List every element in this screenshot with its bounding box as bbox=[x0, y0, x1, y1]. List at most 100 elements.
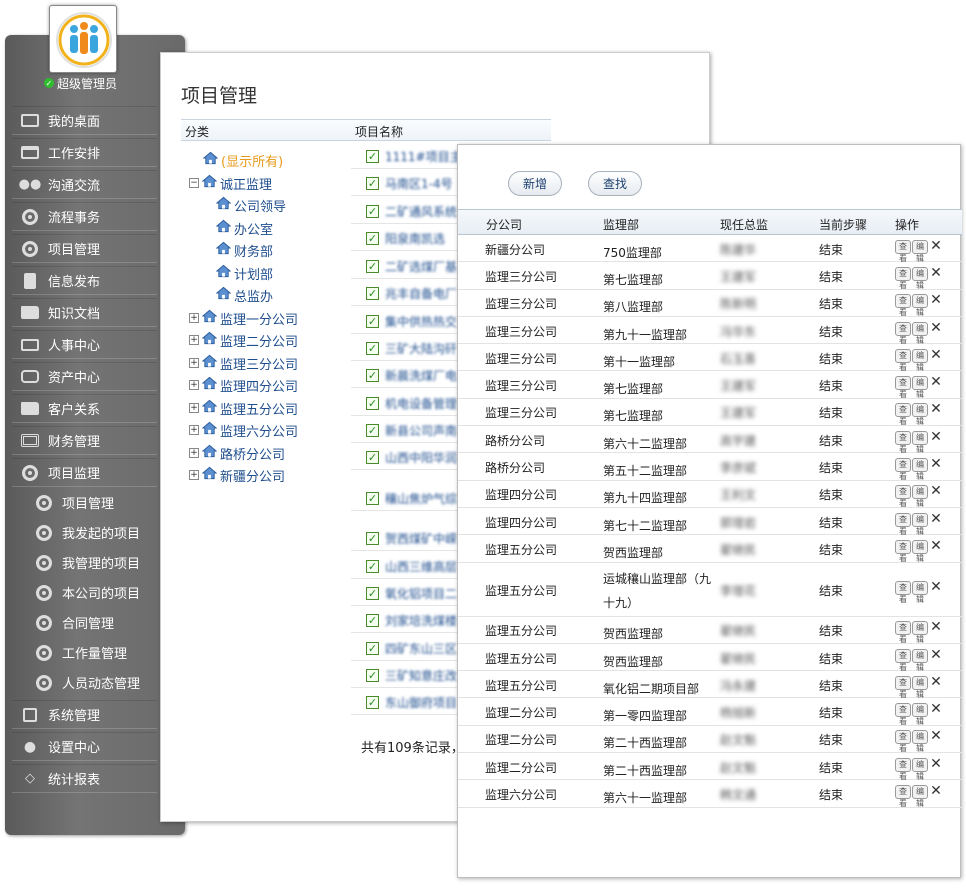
tree-node[interactable]: 计划部 bbox=[216, 263, 273, 283]
tree-node[interactable]: + 监理六分公司 bbox=[189, 420, 298, 440]
sidebar-item-12[interactable]: 项目监理 bbox=[12, 458, 157, 487]
expand-icon[interactable]: + bbox=[189, 470, 199, 480]
delete-icon[interactable]: ✕ bbox=[929, 348, 943, 363]
delete-icon[interactable]: ✕ bbox=[929, 484, 943, 499]
sidebar-subitem-4[interactable]: 本公司的项目 bbox=[28, 578, 158, 607]
delete-icon[interactable]: ✕ bbox=[929, 239, 943, 254]
expand-icon[interactable]: + bbox=[189, 358, 199, 368]
delete-icon[interactable]: ✕ bbox=[929, 321, 943, 336]
edit-icon[interactable]: 编辑 bbox=[912, 648, 928, 672]
table-row[interactable]: 监理三分公司 第七监理部 王建军 结束 查看 编辑 ✕ bbox=[458, 372, 962, 399]
tree-node[interactable]: + 路桥分公司 bbox=[189, 443, 285, 463]
tree-node[interactable]: + 新疆分公司 bbox=[189, 465, 285, 485]
sidebar-bottom-item-2[interactable]: ● 设置中心 bbox=[12, 732, 157, 761]
delete-icon[interactable]: ✕ bbox=[929, 266, 943, 281]
project-row[interactable]: ✓ 东山御府项目 bbox=[366, 692, 457, 712]
delete-icon[interactable]: ✕ bbox=[929, 702, 943, 717]
sidebar-subitem-6[interactable]: 工作量管理 bbox=[28, 638, 158, 667]
checkbox-icon[interactable]: ✓ bbox=[366, 176, 379, 190]
project-row[interactable]: ✓ 氧化铝项目二 bbox=[366, 583, 457, 603]
table-row[interactable]: 监理三分公司 第七监理部 王建军 结束 查看 编辑 ✕ bbox=[458, 262, 962, 290]
delete-icon[interactable]: ✕ bbox=[929, 648, 943, 663]
expand-icon[interactable]: + bbox=[189, 448, 199, 458]
delete-icon[interactable]: ✕ bbox=[929, 729, 943, 744]
view-icon[interactable]: 查看 bbox=[895, 580, 911, 604]
delete-icon[interactable]: ✕ bbox=[929, 675, 943, 690]
add-button[interactable]: 新增 bbox=[508, 171, 563, 196]
project-row[interactable]: ✓ 新晨洗煤厂电 bbox=[366, 365, 457, 385]
checkbox-icon[interactable]: ✓ bbox=[366, 231, 379, 245]
sidebar-item-1[interactable]: 我的桌面 bbox=[12, 106, 157, 135]
edit-icon[interactable]: 编辑 bbox=[912, 348, 928, 372]
view-icon[interactable]: 查看 bbox=[895, 430, 911, 454]
view-icon[interactable]: 查看 bbox=[895, 703, 911, 726]
project-row[interactable]: ✓ 山西三维高层 bbox=[366, 556, 457, 576]
checkbox-icon[interactable]: ✓ bbox=[366, 531, 379, 545]
tree-node[interactable]: 公司领导 bbox=[216, 195, 286, 215]
view-icon[interactable]: 查看 bbox=[895, 785, 911, 808]
sidebar-item-4[interactable]: 流程事务 bbox=[12, 202, 157, 231]
delete-icon[interactable]: ✕ bbox=[929, 539, 943, 554]
project-row[interactable]: ✓ 二矿选煤厂基 bbox=[366, 256, 457, 276]
view-icon[interactable]: 查看 bbox=[895, 621, 911, 644]
sidebar-bottom-item-1[interactable]: 系统管理 bbox=[12, 700, 157, 729]
delete-icon[interactable]: ✕ bbox=[929, 293, 943, 308]
edit-icon[interactable]: 编辑 bbox=[912, 239, 928, 263]
sidebar-item-11[interactable]: 财务管理 bbox=[12, 426, 157, 455]
sidebar-item-5[interactable]: 项目管理 bbox=[12, 234, 157, 263]
edit-icon[interactable]: 编辑 bbox=[912, 458, 928, 481]
view-icon[interactable]: 查看 bbox=[895, 376, 911, 399]
table-row[interactable]: 监理三分公司 第八监理部 陈新明 结束 查看 编辑 ✕ bbox=[458, 290, 962, 317]
delete-icon[interactable]: ✕ bbox=[929, 512, 943, 527]
edit-icon[interactable]: 编辑 bbox=[912, 785, 928, 808]
expand-icon[interactable]: + bbox=[189, 335, 199, 345]
project-row[interactable]: ✓ 贺西煤矿中嵘 bbox=[366, 528, 457, 548]
table-row[interactable]: 路桥分公司 第五十二监理部 李彦斌 结束 查看 编辑 ✕ bbox=[458, 453, 962, 481]
table-row[interactable]: 监理五分公司 贺西监理部 翟继民 结束 查看 编辑 ✕ bbox=[458, 535, 962, 563]
table-row[interactable]: 监理二分公司 第二十西监理部 赵文魁 结束 查看 编辑 ✕ bbox=[458, 753, 962, 781]
project-row[interactable]: ✓ 山西中阳华润 bbox=[366, 447, 457, 467]
checkbox-icon[interactable]: ✓ bbox=[366, 559, 379, 573]
project-row[interactable]: ✓ 刘家培洗煤楼 bbox=[366, 610, 457, 630]
edit-icon[interactable]: 编辑 bbox=[912, 485, 928, 508]
edit-icon[interactable]: 编辑 bbox=[912, 621, 928, 644]
edit-icon[interactable]: 编辑 bbox=[912, 730, 928, 753]
table-row[interactable]: 监理五分公司 运城穰山监理部（九十九） 李增花 结束 查看 编辑 ✕ bbox=[458, 563, 962, 617]
project-row[interactable]: ✓ 三矿知意庄改 bbox=[366, 665, 457, 685]
tree-node[interactable]: + 监理二分公司 bbox=[189, 330, 298, 350]
table-row[interactable]: 监理四分公司 第九十四监理部 王利文 结束 查看 编辑 ✕ bbox=[458, 481, 962, 508]
delete-icon[interactable]: ✕ bbox=[929, 784, 943, 799]
expand-icon[interactable]: + bbox=[189, 380, 199, 390]
delete-icon[interactable]: ✕ bbox=[929, 430, 943, 445]
project-row[interactable]: ✓ 四矿东山三区 bbox=[366, 638, 457, 658]
checkbox-icon[interactable]: ✓ bbox=[366, 641, 379, 655]
edit-icon[interactable]: 编辑 bbox=[912, 539, 928, 563]
checkbox-icon[interactable]: ✓ bbox=[366, 286, 379, 300]
sidebar-item-2[interactable]: 工作安排 bbox=[12, 138, 157, 167]
edit-icon[interactable]: 编辑 bbox=[912, 321, 928, 345]
view-icon[interactable]: 查看 bbox=[895, 675, 911, 699]
table-row[interactable]: 监理三分公司 第七监理部 王建军 结束 查看 编辑 ✕ bbox=[458, 399, 962, 426]
project-row[interactable]: ✓ 二矿通风系统 bbox=[366, 201, 457, 221]
edit-icon[interactable]: 编辑 bbox=[912, 294, 928, 317]
checkbox-icon[interactable]: ✓ bbox=[366, 204, 379, 218]
delete-icon[interactable]: ✕ bbox=[929, 375, 943, 390]
delete-icon[interactable]: ✕ bbox=[929, 757, 943, 772]
sidebar-item-8[interactable]: 人事中心 bbox=[12, 330, 157, 359]
table-row[interactable]: 监理二分公司 第一零四监理部 杨旭新 结束 查看 编辑 ✕ bbox=[458, 699, 962, 726]
edit-icon[interactable]: 编辑 bbox=[912, 430, 928, 454]
project-row[interactable]: ✓ 三矿大陆沟矸 bbox=[366, 338, 457, 358]
view-icon[interactable]: 查看 bbox=[895, 266, 911, 290]
tree-node[interactable]: (显示所有) bbox=[203, 150, 283, 170]
view-icon[interactable]: 查看 bbox=[895, 730, 911, 753]
view-icon[interactable]: 查看 bbox=[895, 348, 911, 372]
sidebar-bottom-item-3[interactable]: ◇ 统计报表 bbox=[12, 764, 157, 793]
collapse-icon[interactable]: − bbox=[189, 178, 199, 188]
checkbox-icon[interactable]: ✓ bbox=[366, 423, 379, 437]
tree-node[interactable]: 财务部 bbox=[216, 240, 273, 260]
edit-icon[interactable]: 编辑 bbox=[912, 403, 928, 426]
search-button[interactable]: 查找 bbox=[588, 171, 643, 196]
table-row[interactable]: 监理五分公司 贺西监理部 翟继民 结束 查看 编辑 ✕ bbox=[458, 644, 962, 672]
sidebar-item-7[interactable]: 知识文档 bbox=[12, 298, 157, 327]
checkbox-icon[interactable]: ✓ bbox=[366, 491, 379, 505]
